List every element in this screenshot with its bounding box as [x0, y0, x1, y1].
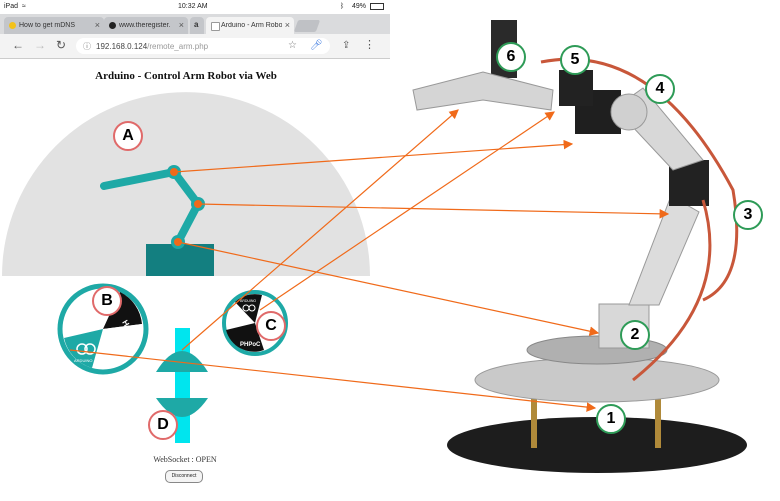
servo-badge-2: 2: [620, 320, 650, 350]
label-c: C: [256, 311, 286, 341]
servo-badge-3: 3: [733, 200, 763, 230]
label-b: B: [92, 286, 122, 316]
servo-badge-5: 5: [560, 45, 590, 75]
servo-badge-4: 4: [645, 74, 675, 104]
arrow-gripper-to-servo6: [181, 109, 459, 351]
arrow-joint3-to-servo2: [177, 241, 600, 336]
servo-badge-6: 6: [496, 42, 526, 72]
servo-badge-1: 1: [596, 404, 626, 434]
label-a: A: [113, 121, 143, 151]
arrow-joint1-to-servo4: [173, 139, 574, 173]
label-d: D: [148, 410, 178, 440]
arrow-wheelb-to-servo1: [69, 349, 597, 412]
arrow-joint2-to-servo3: [197, 203, 670, 219]
